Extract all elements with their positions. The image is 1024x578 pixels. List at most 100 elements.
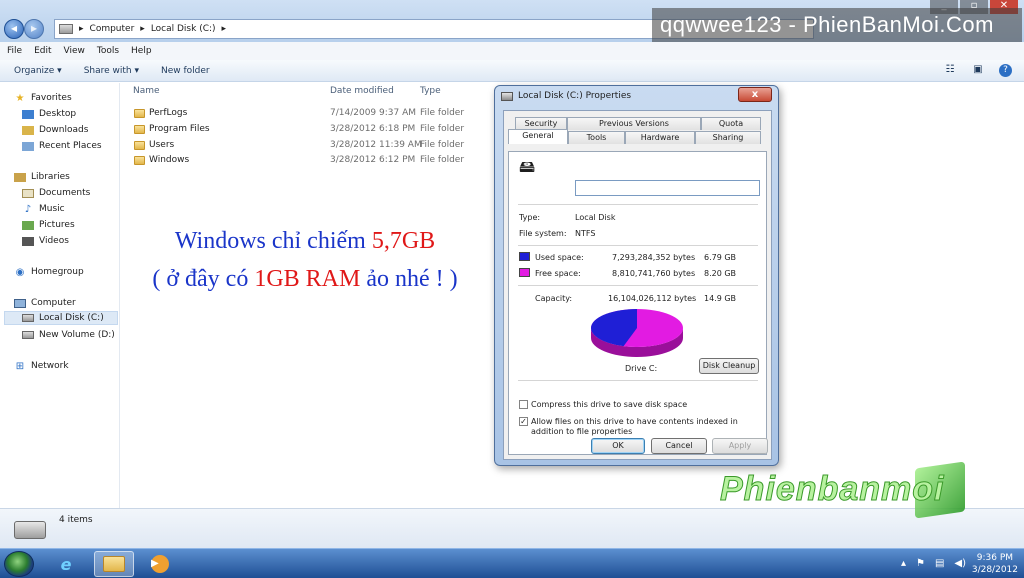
media-player-icon[interactable]: ▶ (140, 551, 180, 577)
nav-label: Local Disk (C:) (39, 313, 104, 323)
apply-button[interactable]: Apply (712, 438, 768, 454)
tab-previous-versions[interactable]: Previous Versions (567, 117, 701, 130)
file-row[interactable]: Windows (134, 153, 189, 167)
capacity-gb: 14.9 GB (704, 294, 737, 303)
documents-icon (22, 188, 34, 198)
general-panel: 🖴 Type: Local Disk File system: NTFS Use… (508, 151, 767, 455)
menu-view[interactable]: View (64, 46, 85, 56)
volume-icon[interactable]: ◀) (954, 558, 966, 569)
ok-button[interactable]: OK (591, 438, 645, 454)
column-header-type[interactable]: Type (420, 86, 441, 96)
forward-icon[interactable]: ▸ (24, 19, 44, 39)
breadcrumb-local-disk[interactable]: Local Disk (C:) (151, 24, 216, 34)
menu-bar: File Edit View Tools Help (0, 42, 1024, 60)
properties-dialog: Local Disk (C:) Properties x Security Pr… (494, 85, 779, 466)
help-icon[interactable]: ? (999, 64, 1012, 77)
tab-hardware[interactable]: Hardware (625, 131, 695, 144)
downloads-icon (22, 125, 34, 135)
drive-label-input[interactable] (575, 180, 760, 196)
menu-file[interactable]: File (7, 46, 22, 56)
file-date: 3/28/2012 6:18 PM (330, 124, 416, 134)
file-name: Windows (149, 155, 190, 165)
file-date: 7/14/2009 9:37 AM (330, 108, 417, 118)
used-space-gb: 6.79 GB (704, 253, 737, 262)
star-icon: ★ (15, 92, 25, 104)
folder-icon (134, 155, 145, 165)
breadcrumb-sep: ▸ (140, 24, 145, 34)
title-address-bar: ◂ ▸ ▸ Computer ▸ Local Disk (C:) ▸ _ ▫ ✕… (0, 0, 1024, 42)
index-label: Allow files on this drive to have conten… (531, 417, 738, 436)
nav-desktop[interactable]: Desktop (22, 107, 76, 121)
cancel-button[interactable]: Cancel (651, 438, 707, 454)
nav-recent-places[interactable]: Recent Places (22, 139, 102, 153)
free-space-bytes: 8,810,741,760 bytes (612, 269, 696, 278)
view-options-icon[interactable]: ☷ (943, 64, 957, 77)
menu-tools[interactable]: Tools (97, 46, 119, 56)
show-hidden-icon[interactable]: ▴ (901, 558, 906, 569)
file-date: 3/28/2012 11:39 AM (330, 140, 422, 150)
drive-large-icon: 🖴 (519, 157, 536, 176)
column-header-name[interactable]: Name (133, 86, 160, 96)
tab-sharing[interactable]: Sharing (695, 131, 761, 144)
explorer-taskbar-button[interactable] (94, 551, 134, 577)
internet-explorer-icon[interactable]: e (46, 551, 86, 577)
tab-quota[interactable]: Quota (701, 117, 761, 130)
filesystem-value: NTFS (575, 229, 596, 238)
column-header-date[interactable]: Date modified (330, 86, 394, 96)
nav-label: Network (31, 361, 69, 371)
file-row[interactable]: Program Files (134, 122, 210, 136)
nav-network[interactable]: ⊞ Network (14, 359, 69, 373)
nav-music[interactable]: ♪ Music (22, 202, 65, 216)
nav-documents[interactable]: Documents (22, 186, 90, 200)
new-folder-button[interactable]: New folder (161, 66, 210, 76)
nav-libraries[interactable]: Libraries (14, 170, 70, 184)
index-checkbox[interactable]: ✓ (519, 417, 528, 426)
file-name: Program Files (149, 124, 210, 134)
file-row[interactable]: Users (134, 138, 174, 152)
dialog-body: Security Previous Versions Quota General… (503, 110, 772, 460)
navigation-pane: ★ Favorites Desktop Downloads Recent Plac… (0, 83, 120, 508)
nav-homegroup[interactable]: ◉ Homegroup (14, 265, 84, 279)
nav-computer[interactable]: Computer (14, 296, 76, 310)
annotation-text: ảo nhé ! ) (360, 266, 458, 292)
nav-label: Downloads (39, 125, 89, 135)
network-tray-icon[interactable]: ▤ (935, 558, 944, 569)
separator (518, 380, 758, 381)
nav-favorites[interactable]: ★ Favorites (14, 91, 72, 105)
separator (518, 245, 758, 246)
desktop-icon (22, 109, 34, 119)
breadcrumb-sep: ▸ (79, 24, 84, 34)
menu-help[interactable]: Help (131, 46, 152, 56)
type-label: Type: (519, 213, 541, 222)
menu-edit[interactable]: Edit (34, 46, 51, 56)
tab-general[interactable]: General (508, 129, 568, 144)
flag-icon[interactable]: ⚑ (916, 558, 925, 569)
dialog-title-text: Local Disk (C:) Properties (518, 91, 632, 101)
breadcrumb-computer[interactable]: Computer (90, 24, 135, 34)
nav-downloads[interactable]: Downloads (22, 123, 88, 137)
clock[interactable]: 9:36 PM 3/28/2012 (972, 552, 1018, 576)
tab-tools[interactable]: Tools (568, 131, 625, 144)
nav-label: Music (39, 204, 65, 214)
file-type: File folder (420, 140, 465, 150)
nav-new-volume-d[interactable]: New Volume (D:) (22, 328, 115, 342)
folder-icon (134, 124, 145, 134)
drive-icon (22, 331, 34, 339)
share-with-button[interactable]: Share with ▾ (84, 66, 139, 76)
nav-local-disk-c[interactable]: Local Disk (C:) (4, 311, 118, 325)
start-button[interactable] (4, 551, 34, 577)
annotation-line-1: Windows chỉ chiếm 5,7GB (100, 228, 510, 255)
nav-label: Libraries (31, 172, 70, 182)
preview-pane-icon[interactable]: ▣ (971, 64, 985, 77)
file-name: Users (149, 140, 175, 150)
system-tray: ▴ ⚑ ▤ ◀) (901, 558, 966, 569)
nav-videos[interactable]: Videos (22, 234, 69, 248)
disk-cleanup-button[interactable]: Disk Cleanup (699, 358, 759, 374)
compress-checkbox[interactable] (519, 400, 528, 409)
file-row[interactable]: PerfLogs (134, 106, 187, 120)
command-bar: Organize ▾ Share with ▾ New folder ☷ ▣ ? (0, 60, 1024, 82)
nav-pictures[interactable]: Pictures (22, 218, 75, 232)
organize-button[interactable]: Organize ▾ (14, 66, 62, 76)
dialog-close-button[interactable]: x (738, 87, 772, 102)
back-icon[interactable]: ◂ (4, 19, 24, 39)
